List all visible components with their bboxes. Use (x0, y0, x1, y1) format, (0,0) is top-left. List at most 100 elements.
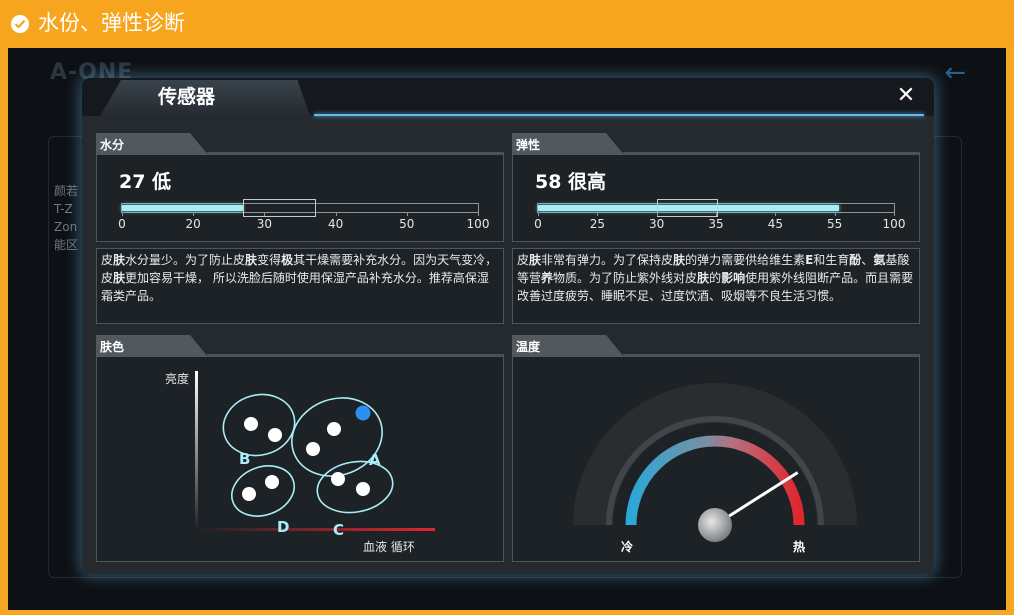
description-text: 肤 (113, 271, 126, 285)
description-text: 影响 (721, 271, 746, 285)
skin-color-tab: 肤色 (96, 335, 208, 357)
bar-tick (656, 212, 658, 216)
dialog-header: 传感器 ✕ (82, 78, 934, 116)
title-bar: 水份、弹性诊断 (0, 0, 1014, 48)
elasticity-normal-range-box (656, 199, 718, 217)
panel-strip (623, 152, 920, 155)
cluster-label-d: D (277, 518, 289, 536)
description-text: 的 (709, 271, 722, 285)
page-title: 水份、弹性诊断 (38, 11, 185, 35)
bar-tick (193, 212, 195, 216)
cluster-label-b: B (239, 450, 250, 468)
bar-tick-label: 0 (118, 217, 126, 231)
bar-tick-label: 100 (466, 217, 490, 231)
dialog-title: 传感器 (158, 86, 216, 108)
skin-point (244, 417, 258, 431)
bar-tick (335, 212, 337, 216)
bar-tick (406, 212, 408, 216)
temperature-tab-label: 温度 (516, 340, 541, 354)
description-text: 肤 (245, 253, 258, 267)
skin-point (268, 428, 282, 442)
gauge-knob (698, 508, 732, 542)
bar-tick (538, 212, 539, 216)
bar-tick-label: 30 (649, 217, 665, 231)
bar-tick (478, 212, 479, 216)
elasticity-panel: 弹性 58 很高 0 25 30 35 45 55 100 (512, 133, 920, 242)
moisture-tab: 水分 (96, 133, 208, 155)
description-text: 肤 (529, 253, 542, 267)
panel-strip (207, 152, 504, 155)
skin-color-plot: 亮度 血液 循环 A B C D (165, 371, 435, 554)
moisture-normal-range-box (243, 199, 317, 217)
bar-tick-label: 55 (827, 217, 843, 231)
skin-point (242, 487, 256, 501)
bar-tick-label: 30 (256, 217, 273, 231)
moisture-bar (121, 199, 479, 217)
description-text: 酚 (849, 253, 862, 267)
header-glow-line (314, 114, 924, 116)
elasticity-tab: 弹性 (512, 133, 624, 155)
moisture-description: 皮肤水分量少。为了防止皮肤变得极其干燥需要补充水分。因为天气变冷，皮肤更加容易干… (96, 248, 504, 324)
cluster-label-c: C (333, 521, 344, 539)
description-text: 肤 (673, 253, 686, 267)
skin-color-panel: 肤色 亮度 血液 循环 A B C D (96, 335, 504, 562)
bar-tick (716, 212, 717, 216)
skin-point (265, 475, 279, 489)
moisture-score: 27 低 (119, 171, 172, 193)
description-text: 的弹力需要供给维生素 (685, 253, 806, 267)
elasticity-tab-label: 弹性 (516, 138, 541, 152)
temperature-panel: 温度 冷 热 (512, 335, 920, 562)
description-text: 非常有弹力。为了保持皮 (541, 253, 674, 267)
description-text: 皮 (517, 253, 530, 267)
y-axis-label: 亮度 (165, 371, 189, 386)
sensor-dialog: 传感器 ✕ 水分 27 低 0 20 30 40 50 100 皮肤水分量少。为了防止皮肤… (82, 78, 934, 574)
bar-tick-label: 100 (882, 217, 906, 231)
gauge-hot-label: 热 (793, 539, 805, 554)
cluster-label-a: A (369, 451, 381, 469)
bar-tick-label: 45 (767, 217, 783, 231)
check-circle-icon (11, 15, 29, 33)
bar-tick (264, 212, 266, 216)
x-axis-label: 血液 循环 (363, 539, 415, 554)
skin-point (356, 482, 370, 496)
cluster-ring-d (231, 465, 295, 517)
description-text: 氨 (873, 253, 886, 267)
description-text: 肤 (697, 271, 710, 285)
bar-tick-label: 40 (327, 217, 344, 231)
bar-tick-label: 25 (589, 217, 605, 231)
cluster-points (242, 417, 370, 501)
skin-color-tab-label: 肤色 (100, 340, 125, 354)
bar-tick-label: 35 (708, 217, 724, 231)
x-axis (195, 528, 435, 531)
temperature-tab: 温度 (512, 335, 624, 357)
moisture-bar-fill (122, 205, 244, 211)
skin-point (331, 472, 345, 486)
moisture-tab-label: 水分 (100, 138, 125, 152)
elasticity-score: 58 很高 (535, 171, 607, 193)
y-axis (195, 371, 198, 531)
bar-tick-label: 50 (399, 217, 415, 231)
close-button[interactable]: ✕ (894, 84, 918, 108)
skin-point (306, 442, 320, 456)
description-text: 更加容易干燥， 所以洗脸后随时使用保湿产品补充水分。推荐高保湿霜类产品。 (101, 271, 489, 303)
bar-tick (122, 212, 123, 216)
description-text: 皮 (101, 253, 114, 267)
app-screen: A-ONE ← 颜若 T-Z Zon 能区 传感器 ✕ 水分 27 低 0 20 3… (8, 48, 1006, 610)
cluster-ring-b (222, 393, 296, 457)
description-text: 和生育 (813, 253, 850, 267)
description-text: 水分量少。为了防止皮 (125, 253, 246, 267)
elasticity-description: 皮肤非常有弹力。为了保持皮肤的弹力需要供给维生素E和生育酚、氨基酸等营养物质。为… (512, 248, 920, 324)
bar-tick (775, 212, 777, 216)
cluster-ring-c (316, 460, 394, 514)
bar-tick-label: 0 (534, 217, 542, 231)
selected-skin-point (355, 405, 371, 421)
description-text: 物质。为了防止紫外线对皮 (553, 271, 698, 285)
back-arrow-icon[interactable]: ← (944, 58, 966, 88)
gauge-cold-label: 冷 (621, 539, 633, 554)
description-text: 、 (861, 253, 874, 267)
moisture-panel: 水分 27 低 0 20 30 40 50 100 (96, 133, 504, 242)
description-text: 养 (541, 271, 554, 285)
bar-tick-label: 20 (185, 217, 201, 231)
description-text: 变得 (257, 253, 282, 267)
bar-tick (894, 212, 895, 216)
